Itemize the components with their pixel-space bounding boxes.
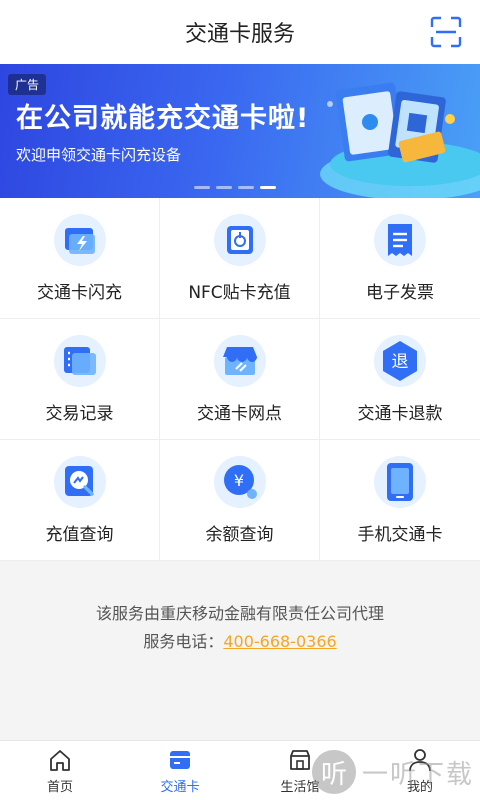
refund-icon: 退 [374,335,426,387]
phone-card-icon [374,456,426,508]
banner-headline: 在公司就能充交通卡啦! [16,103,310,134]
service-label: NFC贴卡充值 [188,283,291,303]
tab-home[interactable]: 首页 [0,741,120,800]
receipt-icon [374,214,426,266]
service-label: 手机交通卡 [357,525,443,545]
phone-link[interactable]: 400-668-0366 [223,632,336,651]
store-icon [213,335,266,387]
svg-text:退: 退 [392,352,409,372]
card-icon [170,750,190,769]
watermark: 听 一听下载 [311,750,474,794]
promo-banner[interactable]: 广告 在公司就能充交通卡啦! 欢迎申领交通卡闪充设备 [0,64,480,198]
service-item[interactable]: 交通卡网点 [160,319,320,440]
tab-label: 交通卡 [160,779,200,795]
service-item[interactable]: 退交通卡退款 [320,319,480,440]
service-item[interactable]: 手机交通卡 [320,440,480,561]
carousel-dot[interactable] [238,186,254,189]
scan-icon[interactable] [430,16,462,48]
lightning-card-icon [53,214,106,266]
carousel-dot[interactable] [194,186,210,189]
tab-label: 首页 [46,779,73,795]
service-label: 余额查询 [205,525,274,545]
service-item[interactable]: 电子发票 [320,198,480,319]
service-provider-text: 该服务由重庆移动金融有限责任公司代理 [95,604,384,623]
service-phone-line: 服务电话：400-668-0366 [0,628,480,656]
banner-subtitle: 欢迎申领交通卡闪充设备 [16,146,182,164]
records-icon [53,335,106,387]
service-item[interactable]: ¥ 余额查询 [160,440,320,561]
phone-label: 服务电话： [143,632,224,651]
service-label: 充值查询 [45,525,114,545]
service-grid: 交通卡闪充 NFC贴卡充值 电子发票交易记录 交通卡网点 退交通卡退款充值查询 ¥ 余额查询… [0,198,480,561]
nfc-tap-icon [213,214,266,266]
watermark-text: 一听下载 [361,759,474,790]
banner-illustration [320,82,480,198]
home-icon [50,749,70,771]
page-title: 交通卡服务 [184,22,295,47]
service-label: 交易记录 [45,404,114,424]
shop-icon [290,749,310,770]
svg-text:¥: ¥ [233,471,243,490]
carousel-dot[interactable] [260,186,276,189]
yuan-coin-icon: ¥ [213,456,266,508]
app-header: 交通卡服务 [0,0,480,64]
ad-badge: 广告 [8,74,47,95]
carousel-dot[interactable] [216,186,232,189]
service-item[interactable]: NFC贴卡充值 [160,198,320,319]
service-label: 交通卡网点 [197,404,282,424]
carousel-indicator [194,186,276,189]
service-label: 交通卡闪充 [37,283,122,303]
service-item[interactable]: 交通卡闪充 [0,198,160,319]
service-label: 交通卡退款 [357,404,443,424]
tab-card[interactable]: 交通卡 [120,741,240,800]
service-item[interactable]: 充值查询 [0,440,160,561]
service-info: 该服务由重庆移动金融有限责任公司代理 服务电话：400-668-0366 [0,600,480,656]
watermark-logo: 听 [311,750,356,794]
service-label: 电子发票 [366,283,434,303]
service-item[interactable]: 交易记录 [0,319,160,440]
search-icon [53,456,106,508]
